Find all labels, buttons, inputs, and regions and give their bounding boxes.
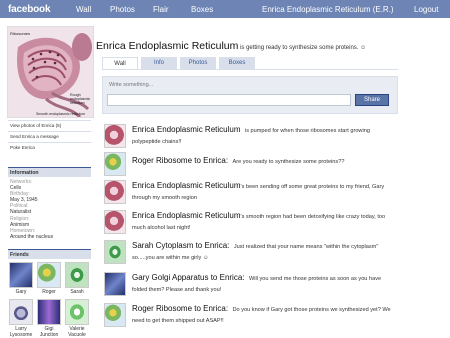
friend-name: Sarah	[70, 289, 84, 295]
information-box: Networks: Cells Birthday: May 3, 1945 Po…	[10, 179, 90, 240]
profile-picture[interactable]: Ribosomes Rough endoplasmic reticulum Sm…	[7, 26, 94, 118]
nav-boxes[interactable]: Boxes	[191, 5, 213, 14]
tab-wall[interactable]: Wall	[102, 57, 138, 69]
post-avatar[interactable]	[104, 240, 126, 264]
nav-wall[interactable]: Wall	[76, 5, 91, 14]
friend-roger[interactable]: Roger	[36, 262, 62, 296]
picture-label-ribosomes: Ribosomes	[10, 31, 31, 36]
profile-action-links: View photos of Enrica (5) Send Enrica a …	[8, 120, 91, 153]
friend-name: Roger	[42, 289, 56, 295]
post-avatar[interactable]	[104, 180, 126, 204]
information-heading: Information	[8, 167, 91, 177]
tab-photos[interactable]: Photos	[180, 57, 216, 69]
picture-label-smooth-er: Smooth endoplasmic reticulum	[36, 112, 86, 116]
profile-status: is getting ready to synthesize some prot…	[238, 45, 367, 51]
tab-divider	[102, 69, 398, 70]
post-author[interactable]: Enrica Endoplasmic Reticulum	[132, 211, 241, 220]
profile-tabs: Wall Info Photos Boxes	[102, 57, 258, 69]
post-author[interactable]: Roger Ribosome to Enrica:	[132, 156, 228, 165]
friend-avatar	[9, 299, 33, 325]
friend-gigi-junction[interactable]: Gigi Junction	[36, 299, 62, 338]
wall-post-input[interactable]	[107, 94, 351, 106]
post-author[interactable]: Enrica Endoplasmic Reticulum	[132, 181, 241, 190]
friend-valerie-vacuole[interactable]: Valerie Vacuole	[64, 299, 90, 338]
send-message-link[interactable]: Send Enrica a message	[8, 131, 91, 142]
nav-user-name[interactable]: Enrica Endoplasmic Reticulum (E.R.)	[262, 5, 394, 14]
tab-boxes[interactable]: Boxes	[219, 57, 255, 69]
logout-link[interactable]: Logout	[414, 5, 438, 14]
profile-name-status: Enrica Endoplasmic Reticulum is getting …	[96, 36, 366, 54]
wall-composer: Write something... Share	[102, 76, 398, 114]
friend-sarah[interactable]: Sarah	[64, 262, 90, 296]
poke-link[interactable]: Poke Enrica	[8, 142, 91, 153]
friend-name: Larry Lysosome	[9, 326, 33, 338]
post-avatar[interactable]	[104, 124, 126, 148]
friend-larry-lysosome[interactable]: Larry Lysosome	[8, 299, 34, 338]
nav-flair[interactable]: Flair	[153, 5, 169, 14]
nav-photos[interactable]: Photos	[110, 5, 135, 14]
post-avatar[interactable]	[104, 303, 126, 327]
post-avatar[interactable]	[104, 152, 126, 176]
composer-prompt: Write something...	[109, 82, 154, 88]
post-author[interactable]: Sarah Cytoplasm to Enrica:	[132, 241, 229, 250]
friend-avatar	[65, 299, 89, 325]
tab-info[interactable]: Info	[141, 57, 177, 69]
post-message: Are you ready to synthesize some protein…	[232, 159, 345, 165]
friend-avatar	[37, 299, 61, 325]
profile-name: Enrica Endoplasmic Reticulum	[96, 40, 239, 52]
info-value-hometown: Around the nucleus	[10, 233, 54, 240]
picture-label-rough-er: Rough endoplasmic reticulum	[70, 93, 91, 105]
post-author[interactable]: Roger Ribosome to Enrica:	[132, 304, 228, 313]
friend-gary[interactable]: Gary	[8, 262, 34, 296]
view-photos-link[interactable]: View photos of Enrica (5)	[8, 120, 91, 131]
top-navigation-bar: facebook Wall Photos Flair Boxes Enrica …	[0, 0, 450, 18]
friend-avatar	[65, 262, 89, 288]
facebook-logo[interactable]: facebook	[8, 4, 51, 15]
post-avatar[interactable]	[104, 272, 126, 296]
friend-name: Valerie Vacuole	[68, 326, 86, 338]
share-button[interactable]: Share	[355, 94, 389, 106]
friend-avatar	[9, 262, 33, 288]
post-avatar[interactable]	[104, 210, 126, 234]
friend-name: Gary	[15, 289, 27, 295]
friend-name: Gigi Junction	[39, 326, 59, 338]
post-author[interactable]: Enrica Endoplasmic Reticulum	[132, 125, 241, 134]
friends-heading: Friends	[8, 249, 91, 259]
post-author[interactable]: Gary Golgi Apparatus to Enrica:	[132, 273, 245, 282]
friend-avatar	[37, 262, 61, 288]
